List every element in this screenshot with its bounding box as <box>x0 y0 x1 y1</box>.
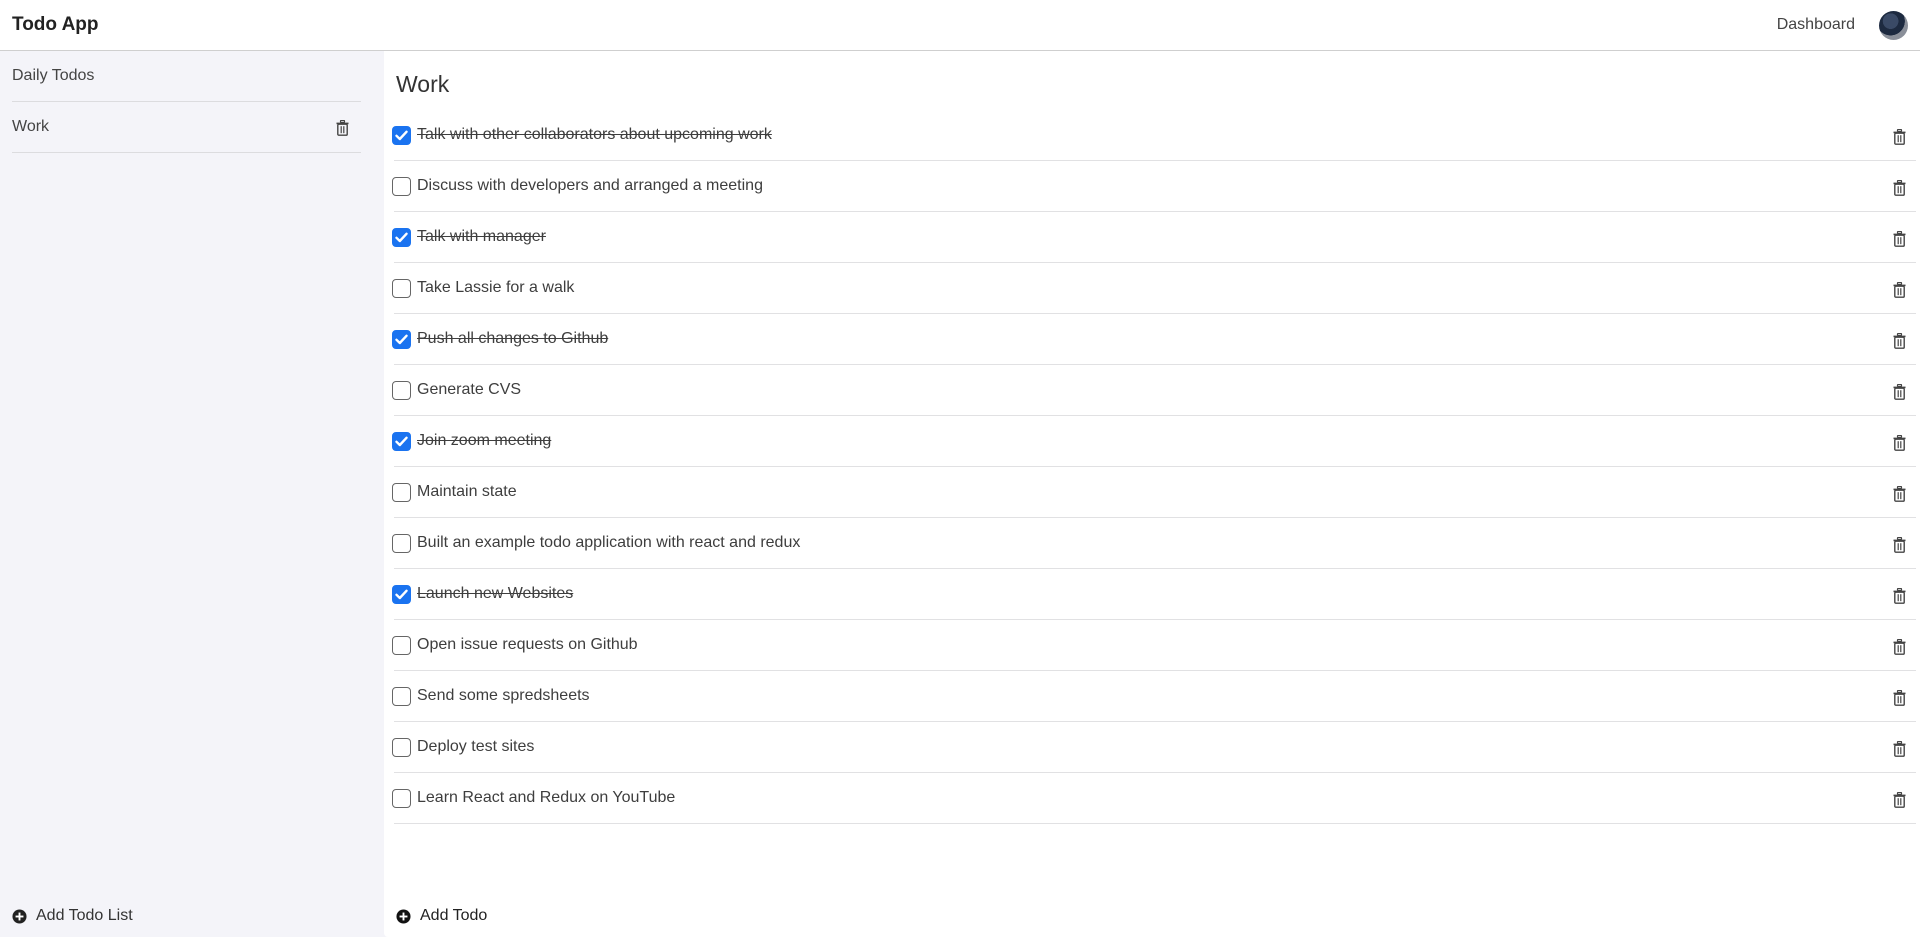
trash-icon[interactable] <box>1893 333 1906 349</box>
checkmark-icon <box>395 130 408 140</box>
add-todo-button[interactable]: Add Todo <box>396 907 487 925</box>
todo-item: Learn React and Redux on YouTube <box>392 773 1916 824</box>
trash-icon[interactable] <box>1893 282 1906 298</box>
todo-text: Take Lassie for a walk <box>417 279 575 296</box>
trash-icon[interactable] <box>1893 741 1906 757</box>
add-todo-list-label: Add Todo List <box>36 907 133 924</box>
todo-item: Talk with manager <box>392 212 1916 263</box>
header-right: Dashboard <box>1777 10 1908 40</box>
todo-text: Send some spredsheets <box>417 687 590 704</box>
plus-circle-icon <box>12 908 27 924</box>
todo-checkbox[interactable] <box>392 482 411 502</box>
trash-icon[interactable] <box>1893 690 1906 706</box>
todo-item: Open issue requests on Github <box>392 620 1916 671</box>
todo-item: Deploy test sites <box>392 722 1916 773</box>
add-todo-list-button[interactable]: Add Todo List <box>12 907 133 925</box>
trash-icon[interactable] <box>336 120 349 136</box>
todo-item: Push all changes to Github <box>392 314 1916 365</box>
checkmark-icon <box>395 589 408 599</box>
main-panel: Work Talk with other collaborators about… <box>384 51 1920 937</box>
todo-text: Push all changes to Github <box>417 330 609 347</box>
checkmark-icon <box>395 232 408 242</box>
trash-icon[interactable] <box>1893 231 1906 247</box>
trash-icon[interactable] <box>1893 486 1906 502</box>
todo-list: Talk with other collaborators about upco… <box>392 110 1916 824</box>
todo-checkbox[interactable] <box>392 431 411 451</box>
add-todo-label: Add Todo <box>420 907 488 924</box>
sidebar-item-label: Daily Todos <box>12 67 95 84</box>
app-header: Todo App Dashboard <box>0 0 1920 51</box>
trash-icon[interactable] <box>1893 129 1906 145</box>
avatar[interactable] <box>1879 10 1908 40</box>
trash-icon[interactable] <box>1893 537 1906 553</box>
todo-checkbox[interactable] <box>392 788 411 808</box>
app-title: Todo App <box>12 14 99 35</box>
todo-item: Maintain state <box>392 467 1916 518</box>
trash-icon[interactable] <box>1893 435 1906 451</box>
todo-item: Take Lassie for a walk <box>392 263 1916 314</box>
trash-icon[interactable] <box>1893 588 1906 604</box>
todo-text: Maintain state <box>417 483 517 500</box>
todo-text: Deploy test sites <box>417 738 535 755</box>
todo-text: Open issue requests on Github <box>417 636 638 653</box>
todo-checkbox[interactable] <box>392 227 411 247</box>
trash-icon[interactable] <box>1893 384 1906 400</box>
sidebar: Daily Todos Work Add Todo List <box>0 51 384 937</box>
todo-checkbox[interactable] <box>392 584 411 604</box>
todo-item: Built an example todo application with r… <box>392 518 1916 569</box>
todo-item: Generate CVS <box>392 365 1916 416</box>
plus-circle-icon <box>396 908 411 924</box>
todo-checkbox[interactable] <box>392 176 411 196</box>
list-title: Work <box>396 71 450 97</box>
sidebar-item-work[interactable]: Work <box>12 102 361 153</box>
todo-text: Built an example todo application with r… <box>417 534 801 551</box>
todo-checkbox[interactable] <box>392 635 411 655</box>
todo-checkbox[interactable] <box>392 533 411 553</box>
todo-item: Launch new Websites <box>392 569 1916 620</box>
todo-checkbox[interactable] <box>392 278 411 298</box>
todo-text: Join zoom meeting <box>417 432 552 449</box>
trash-icon[interactable] <box>1893 180 1906 196</box>
todo-checkbox[interactable] <box>392 737 411 757</box>
checkmark-icon <box>395 436 408 446</box>
trash-icon[interactable] <box>1893 639 1906 655</box>
todo-checkbox[interactable] <box>392 125 411 145</box>
todo-checkbox[interactable] <box>392 380 411 400</box>
checkmark-icon <box>395 334 408 344</box>
todo-text: Learn React and Redux on YouTube <box>417 789 676 806</box>
todo-lists: Daily Todos Work <box>0 51 373 153</box>
todo-text: Talk with manager <box>417 228 546 245</box>
todo-checkbox[interactable] <box>392 686 411 706</box>
todo-item: Discuss with developers and arranged a m… <box>392 161 1916 212</box>
todo-text: Talk with other collaborators about upco… <box>417 126 772 143</box>
dashboard-link[interactable]: Dashboard <box>1777 16 1855 34</box>
todo-text: Generate CVS <box>417 381 522 398</box>
todo-item: Send some spredsheets <box>392 671 1916 722</box>
todo-item: Join zoom meeting <box>392 416 1916 467</box>
todo-checkbox[interactable] <box>392 329 411 349</box>
todo-item: Talk with other collaborators about upco… <box>392 110 1916 161</box>
sidebar-item-daily-todos[interactable]: Daily Todos <box>12 51 361 102</box>
sidebar-item-label: Work <box>12 118 50 135</box>
todo-text: Discuss with developers and arranged a m… <box>417 177 763 194</box>
todo-text: Launch new Websites <box>417 585 574 602</box>
trash-icon[interactable] <box>1893 792 1906 808</box>
